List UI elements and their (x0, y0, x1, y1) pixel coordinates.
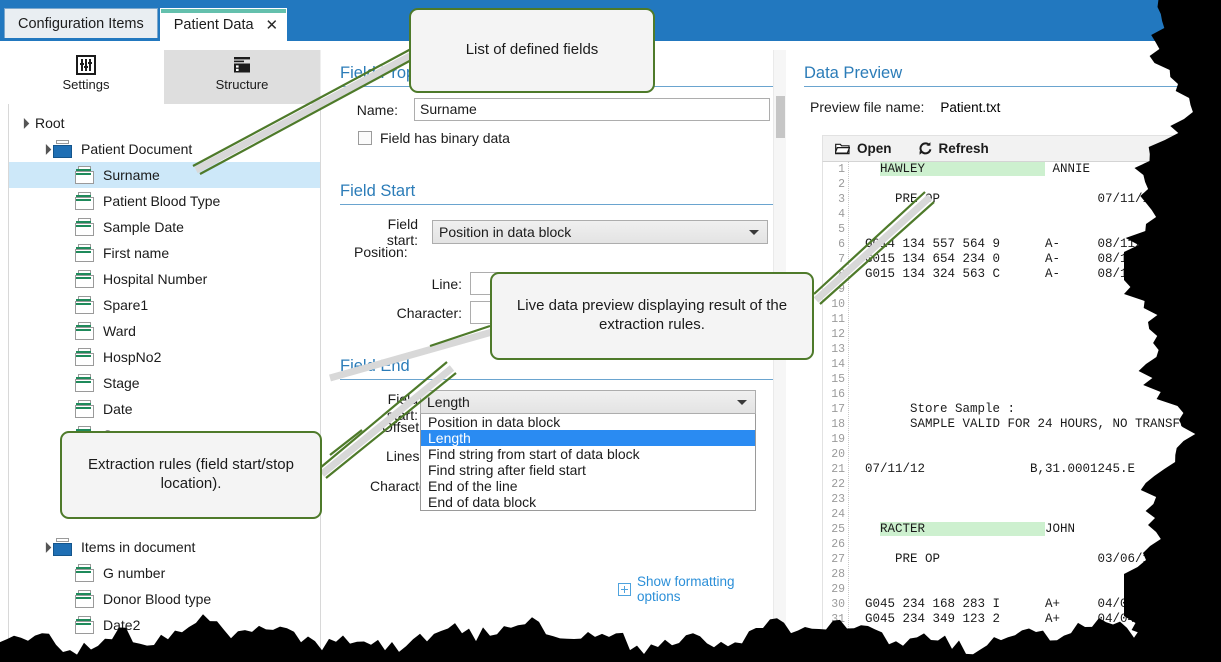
rules-callout: Extraction rules (field start/stop locat… (60, 431, 322, 519)
preview-callout: Live data preview displaying result of t… (490, 272, 814, 360)
app-window: Configuration Items Patient Data ✕ (0, 0, 1221, 662)
preview-callout-text: Live data preview displaying result of t… (506, 297, 798, 335)
rules-callout-text: Extraction rules (field start/stop locat… (76, 456, 306, 494)
fields-callout: List of defined fields (409, 8, 655, 93)
fields-callout-text: List of defined fields (466, 41, 599, 60)
